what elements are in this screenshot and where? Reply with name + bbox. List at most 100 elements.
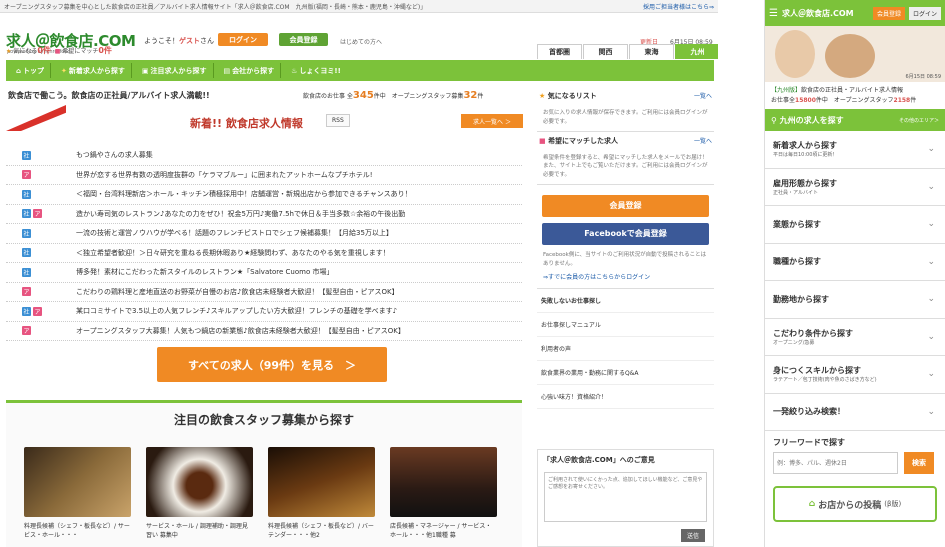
job-row[interactable]: 社 博多発！素材にこだわった新スタイルのレストラン★「Salvatore Cuom…: [6, 263, 522, 283]
mobile-search-menu: 新着求人から探す 平日は毎日10:00頃に更新！ ⌄ 雇用形態から探す 正社員・アルバイ…: [765, 131, 945, 432]
new-jobs-header: NEW! 新着!! 飲食店求人情報 RSS 求人一覧へ ＞: [6, 105, 523, 140]
job-title[interactable]: ＜独立希望者歓迎！＞日々研究を重ねる長期休暇あり★経験問わず、あなたのやる気を重…: [76, 248, 390, 258]
job-row[interactable]: ア こだわりの鶏料理と産地直送のお野菜が自慢のお店♪飲食店未経験者大歓迎！【髪型自…: [6, 283, 522, 302]
mobile-menu-item[interactable]: 身につくスキルから探す ラテアート／包丁技術(肉や魚のさばき方など) ⌄: [765, 356, 945, 394]
top-bar-text: オープニングスタッフ募集を中心とした飲食店の正社員／アルバイト求人情報サイト「求…: [4, 3, 427, 11]
job-title[interactable]: こだわりの鶏料理と産地直送のお野菜が自慢のお店♪飲食店未経験者大歓迎！【髪型自由…: [76, 287, 399, 297]
mobile-menu-item[interactable]: 職種から探す ⌄: [765, 244, 945, 282]
featured-card[interactable]: 料理長候補（シェフ・板長など）/ サービス・ホール・・・: [24, 447, 131, 540]
featured-card[interactable]: 店長候補・マネージャー / サービス・ホール・・・他1職種 募: [390, 447, 497, 540]
job-row[interactable]: 社 ＜独立希望者歓迎！＞日々研究を重ねる長期休暇あり★経験問わず、あなたのやる気を…: [6, 244, 522, 263]
featured-card[interactable]: サービス・ホール / 調理補助・調理見習い 募集中: [146, 447, 253, 540]
job-list-button[interactable]: 求人一覧へ ＞: [461, 114, 523, 128]
tab-region-3[interactable]: 東海: [629, 44, 674, 59]
job-tags: 社ア: [6, 209, 76, 219]
other-area-link[interactable]: その他のエリア＞: [899, 117, 939, 124]
menu-icon[interactable]: ☰: [769, 8, 778, 19]
mobile-menu-item[interactable]: 業態から探す ⌄: [765, 206, 945, 244]
chevron-down-icon: ⌄: [927, 406, 935, 417]
job-title[interactable]: オープニングスタッフ大募集！人気もつ鍋店の新業態♪飲食店未経験者大歓迎！【髪型自…: [76, 326, 405, 336]
tab-region-4[interactable]: 九州: [675, 44, 718, 59]
main-page: オープニングスタッフ募集を中心とした飲食店の正社員／アルバイト求人情報サイト「求…: [0, 0, 718, 547]
job-row[interactable]: 社 ＜福岡・台湾料理新店＞ホール・キッチン積極採用中！店舗運営・新規出店から参加で…: [6, 185, 522, 205]
match-list-link[interactable]: 一覧へ: [694, 136, 712, 146]
job-type-badge: ア: [22, 326, 31, 336]
job-tags: ア: [6, 326, 76, 336]
job-title[interactable]: 一流の技術と運営ノウハウが学べる！話題のフレンチビストロでシェフ候補募集！【月給…: [76, 228, 393, 238]
staff-photo: [390, 447, 497, 517]
tips-links: 失敗しないお仕事探し お仕事探しマニュアル 利用者の声 飲食業界の業用・勤務に関…: [537, 287, 714, 409]
mobile-login-button[interactable]: ログイン: [908, 6, 941, 20]
job-row[interactable]: ア 世界が恋する世界有数の透明度抜群の「ケラマブルー」に囲まれたアットホームなプチ…: [6, 166, 522, 185]
facebook-register-button[interactable]: Facebookで会員登録: [542, 222, 709, 245]
job-row[interactable]: 社 もつ鍋やさんの求人募集: [6, 146, 522, 166]
login-link[interactable]: ⇒すでに会員の方はこちらからログイン: [537, 269, 714, 284]
job-tags: ア: [6, 170, 76, 180]
recruiter-link[interactable]: 採用ご担当者様はこちら⇒: [643, 2, 714, 11]
tips-link[interactable]: 心強い味方！資格紹介！: [537, 385, 714, 409]
job-row[interactable]: 社ア造かい寿司気のレストラン♪あなたの力をぜひ！祝金5万円♪実働7.5hで休日＆…: [6, 205, 522, 224]
job-title[interactable]: 世界が恋する世界有数の透明度抜群の「ケラマブルー」に囲まれたアットホームなプチホ…: [76, 170, 373, 180]
heart-icon: ■: [54, 48, 61, 55]
mobile-register-button[interactable]: 会員登録: [872, 6, 905, 20]
menu-item-label: 一発絞り込み検索！: [773, 407, 845, 417]
job-row[interactable]: ア オープニングスタッフ大募集！人気もつ鍋店の新業態♪飲食店未経験者大歓迎！【髪型…: [6, 322, 522, 341]
home-icon: ⌂: [16, 66, 22, 75]
search-button[interactable]: 検索: [904, 452, 934, 475]
staff-photo: [825, 34, 875, 78]
job-title[interactable]: ＜福岡・台湾料理新店＞ホール・キッチン積極採用中！店舗運営・新規出店から参加でき…: [76, 189, 412, 199]
job-type-badge: ア: [22, 170, 31, 180]
fav-list-link[interactable]: 一覧へ: [694, 91, 712, 101]
job-tags: 社: [6, 248, 76, 258]
first-time-link[interactable]: はじめての方へ: [340, 37, 382, 46]
main-nav: ⌂ トップ ✦ 新着求人から探す ▣ 注目求人から探す ▤ 会社から探す ♨ しょくヨミ!…: [6, 60, 714, 81]
register-button[interactable]: 会員登録: [279, 33, 328, 46]
fav-list-text: お気に入りの求人情報が保存できます。ご利用には会員ログインが必要です。: [543, 110, 708, 125]
tab-region-2[interactable]: 関西: [583, 44, 628, 59]
featured-card[interactable]: 料理長候補（シェフ・板長など）/ バーテンダー・・・他2: [268, 447, 375, 540]
nav-item-company[interactable]: ▤ 会社から探す: [218, 63, 282, 78]
facebook-note: Facebook側に、当サイトのご利用状況が自動で投稿されることはありません。: [543, 251, 707, 267]
tips-link[interactable]: 利用者の声: [537, 337, 714, 361]
tab-region-1[interactable]: 首都圏: [537, 44, 582, 59]
mobile-menu-item[interactable]: 勤務地から探す ⌄: [765, 281, 945, 319]
member-register-button[interactable]: 会員登録: [542, 194, 709, 217]
free-word-search: フリーワードで探す 検索: [765, 431, 945, 480]
send-button[interactable]: 送信: [681, 529, 705, 542]
new-icon: ✦: [61, 66, 67, 75]
company-icon: ▤: [223, 66, 231, 75]
free-word-input[interactable]: [773, 452, 898, 475]
menu-item-sub: オープニング/急募: [773, 339, 815, 346]
match-list-box: ■ 希望にマッチした求人 一覧へ 希望条件を登録すると、希望にマッチした求人をメー…: [537, 132, 714, 185]
menu-item-sub: 正社員・アルバイト: [773, 189, 818, 196]
shop-post-banner[interactable]: ⌂ お店からの投稿 (β版): [773, 486, 937, 523]
menu-item-label: 勤務地から探す: [773, 294, 829, 304]
login-button[interactable]: ログイン: [218, 33, 268, 46]
chevron-down-icon: ⌄: [927, 256, 935, 267]
job-title[interactable]: 某口コミサイトで3.5以上の人気フレンチ♪スキルアップしたい方大歓迎！フレンチの…: [76, 306, 397, 316]
tips-link[interactable]: 飲食業界の業用・勤務に関するQ&A: [537, 361, 714, 385]
tips-link[interactable]: お仕事探しマニュアル: [537, 313, 714, 337]
job-row[interactable]: 社ア某口コミサイトで3.5以上の人気フレンチ♪スキルアップしたい方大歓迎！フレン…: [6, 302, 522, 322]
job-counts: 飲食店のお仕事 全345件中 オープニングスタッフ募集32件: [303, 90, 484, 101]
nav-item-top[interactable]: ⌂ トップ: [10, 63, 52, 78]
nav-item-featured[interactable]: ▣ 注目求人から探す: [136, 63, 214, 78]
mobile-menu-item[interactable]: 新着求人から探す 平日は毎日10:00頃に更新！ ⌄: [765, 131, 945, 169]
mobile-logo[interactable]: 求人＠飲食店.COM: [782, 8, 869, 19]
job-row[interactable]: 社 一流の技術と運営ノウハウが学べる！話題のフレンチビストロでシェフ候補募集！【月…: [6, 224, 522, 244]
opinion-title: 「求人＠飲食店.COM」へのご意見: [543, 456, 655, 464]
match-list-text: 希望条件を登録すると、希望にマッチした求人をメールでお届け！また、サイト上でもご…: [543, 154, 708, 179]
mobile-menu-item[interactable]: 一発絞り込み検索！ ⌄: [765, 394, 945, 432]
job-tags: 社: [6, 189, 76, 199]
all-jobs-button[interactable]: すべての求人（99件）を見る ＞: [157, 347, 387, 382]
star-icon: ★: [6, 48, 12, 55]
nav-item-yomi[interactable]: ♨ しょくヨミ!!: [285, 63, 347, 78]
mobile-menu-item[interactable]: 雇用形態から探す 正社員・アルバイト ⌄: [765, 169, 945, 207]
job-title[interactable]: 博多発！素材にこだわった新スタイルのレストラン★「Salvatore Cuomo…: [76, 267, 333, 277]
job-title[interactable]: もつ鍋やさんの求人募集: [76, 150, 153, 160]
rss-link[interactable]: RSS: [326, 114, 350, 127]
opinion-textarea[interactable]: [544, 472, 707, 522]
job-title[interactable]: 造かい寿司気のレストラン♪あなたの力をぜひ！祝金5万円♪実働7.5hで休日＆手当…: [76, 209, 405, 219]
nav-item-new[interactable]: ✦ 新着求人から探す: [55, 63, 132, 78]
mobile-menu-item[interactable]: こだわり条件から探す オープニング/急募 ⌄: [765, 319, 945, 357]
